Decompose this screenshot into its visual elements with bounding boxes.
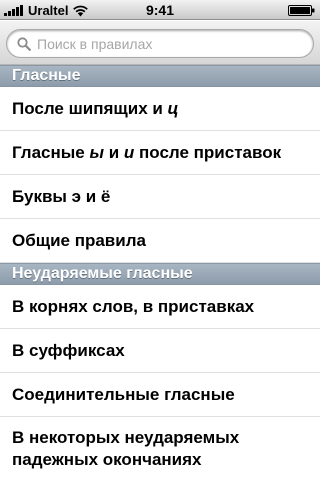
row-label: В суффиксах xyxy=(12,340,125,360)
row-label: Общие правила xyxy=(12,230,146,250)
list-item[interactable]: В суффиксах xyxy=(0,329,320,373)
list-item[interactable]: Соединительные гласные xyxy=(0,373,320,417)
search-input[interactable] xyxy=(37,33,297,54)
list-item[interactable]: Гласные ы и и после приставок xyxy=(0,131,320,175)
battery-icon xyxy=(288,5,315,16)
list-item[interactable]: Буквы э и ё xyxy=(0,175,320,219)
list-item[interactable]: В некоторых неударяемых падежных окончан… xyxy=(0,417,320,480)
list-item[interactable]: После шипящих и ц xyxy=(0,87,320,131)
search-field[interactable] xyxy=(6,29,314,58)
list-item[interactable]: В корнях слов, в приставках xyxy=(0,285,320,329)
section-header-unstressed-vowels: Неударяемые гласные xyxy=(0,263,320,285)
row-label: Буквы э и ё xyxy=(12,186,111,206)
search-icon xyxy=(17,36,31,51)
status-time: 9:41 xyxy=(145,2,175,18)
section-header-vowels: Гласные xyxy=(0,65,320,87)
row-label: Соединительные гласные xyxy=(12,384,235,404)
search-bar xyxy=(0,21,320,65)
row-label: После шипящих и ц xyxy=(12,98,179,118)
row-label: Гласные ы и и после приставок xyxy=(12,142,282,162)
list-item[interactable]: Общие правила xyxy=(0,219,320,263)
row-label: В корнях слов, в приставках xyxy=(12,296,255,316)
row-label: В некоторых неударяемых падежных окончан… xyxy=(12,427,240,469)
status-bar: Uraltel 9:41 xyxy=(0,0,320,20)
